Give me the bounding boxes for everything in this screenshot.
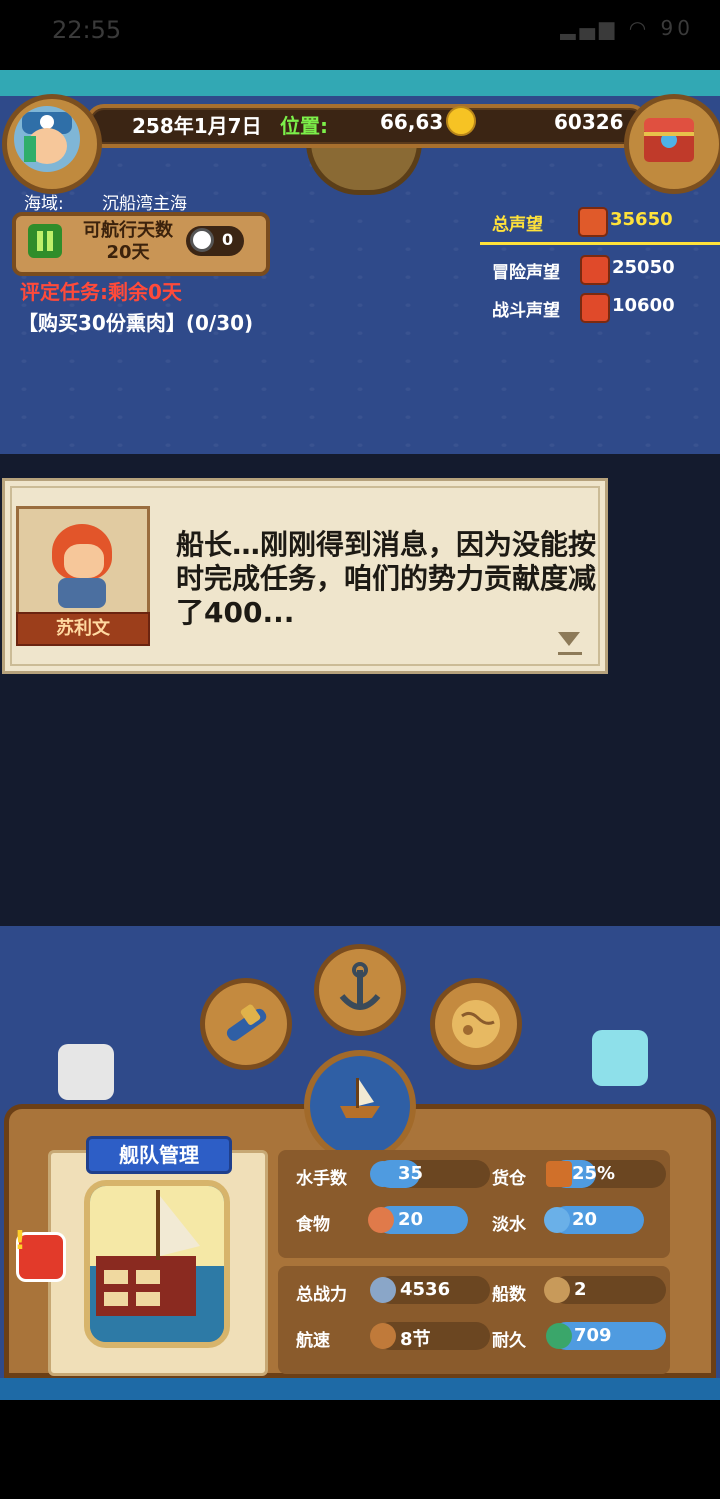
task-status: 评定任务:剩余0天 [20,280,182,304]
combat-reputation-label: 战斗声望 [492,301,560,321]
total-reputation-label: 总声望 [492,215,543,235]
sailors-label: 水手数 [296,1169,347,1189]
alert-exclamation-icon: ! [14,1226,26,1256]
sailing-days-label: 可航行天数 [83,220,173,241]
treasure-chest-icon [640,110,698,172]
position-value: 66,63 [380,110,444,134]
top-banner-strip [0,70,720,96]
speaker-body [58,578,106,608]
adventure-reputation-label: 冒险声望 [492,263,560,283]
total-reputation-value: 35650 [610,209,673,230]
sailing-days-value: 20天 [106,242,150,263]
ship-count-icon [544,1277,570,1303]
next-arrow-underline [558,652,582,655]
water-value: 20 [572,1209,598,1230]
sailors-value: 35 [398,1163,424,1184]
white-ghost-icon[interactable] [58,1044,114,1100]
fleet-management-title[interactable]: 舰队管理 [86,1136,232,1174]
combat-reputation-value: 10600 [612,295,675,316]
water-jug-icon [544,1207,570,1233]
cargo-crate-icon [546,1161,572,1187]
pirate-avatar-icon [14,106,80,172]
position-label: 位置: [280,114,328,138]
gold-amount: 60326 [554,110,624,134]
blue-ghost-icon[interactable] [592,1030,648,1086]
food-value: 20 [398,1209,424,1230]
food-label: 食物 [296,1215,330,1235]
durability-icon [546,1323,572,1349]
sailing-days-text: 可航行天数 20天 [68,220,188,264]
speed-label: 航速 [296,1331,330,1351]
speaker-face [64,544,104,578]
water-label: 淡水 [492,1215,526,1235]
adventure-reputation-value: 25050 [612,257,675,278]
game-date: 258年1月7日 [132,114,262,138]
speaker-name: 苏利文 [16,612,150,646]
combat-power-icon [370,1277,396,1303]
next-arrow-icon[interactable] [558,632,580,646]
system-nav-area [0,1400,720,1499]
ship-wheel-icon [190,228,214,252]
cargo-label: 货仓 [492,1169,526,1189]
combat-power-label: 总战力 [296,1285,347,1305]
anchor-icon [332,962,388,1022]
meat-icon [368,1207,394,1233]
task-description[interactable]: 【购买30份熏肉】(0/30) [18,307,253,336]
telescope-icon [218,996,274,1056]
sea-area-label: 海域: [24,194,64,214]
cargo-value: 25% [572,1163,616,1184]
speed-ship-icon [370,1323,396,1349]
gold-coin-icon [446,106,476,136]
bottom-strip [0,1378,720,1400]
combat-power-value: 4536 [400,1279,451,1300]
durability-label: 耐久 [492,1331,526,1351]
reputation-divider [480,242,720,245]
fleet-ship-image[interactable] [84,1180,230,1348]
status-time: 22:55 [52,16,122,44]
combat-reputation-icon [580,293,610,323]
status-indicators: ▂▄▆ ◠ 90 [560,16,694,40]
sea-area-name: 沉船湾主海 [102,194,187,214]
pause-icon[interactable] [28,224,62,258]
total-reputation-icon [578,207,608,237]
ship-count-value: 2 [574,1279,587,1300]
battery-level: 90 [660,16,694,40]
wheel-counter-value: 0 [222,230,234,249]
adventure-reputation-icon [580,255,610,285]
map-icon [448,996,504,1056]
durability-value: 709 [574,1325,612,1346]
ship-icon [334,1072,386,1128]
dialog-text: 船长…刚刚得到消息，因为没能按时完成任务，咱们的势力贡献度减了400... [176,528,597,629]
ship-count-label: 船数 [492,1285,526,1305]
speed-value: 8节 [400,1329,431,1350]
sailor-icon [370,1161,396,1187]
